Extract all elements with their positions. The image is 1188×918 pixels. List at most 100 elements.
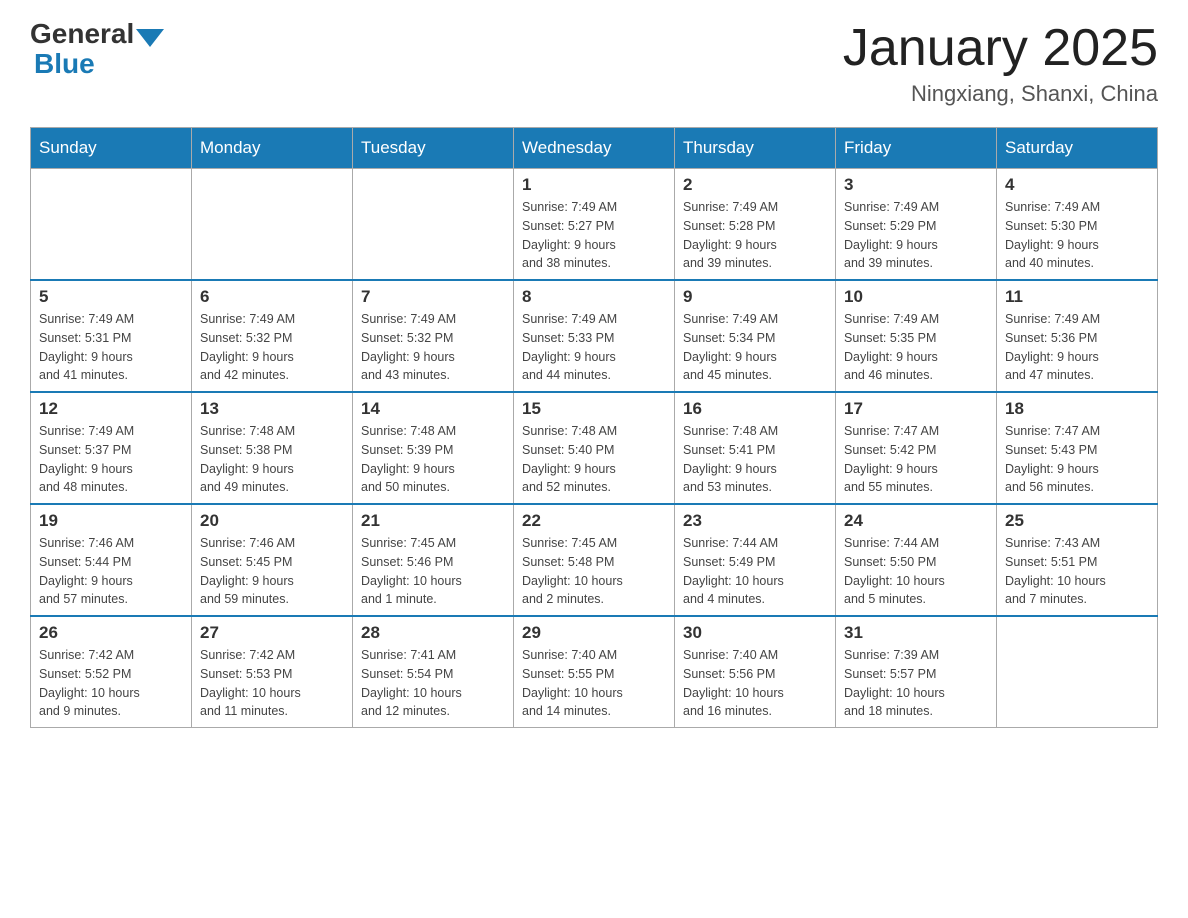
calendar-cell: 6 Sunrise: 7:49 AM Sunset: 5:32 PM Daylig… bbox=[192, 280, 353, 392]
day-number: 14 bbox=[361, 399, 505, 419]
day-info: Sunrise: 7:48 AM Sunset: 5:39 PM Dayligh… bbox=[361, 422, 505, 497]
day-info: Sunrise: 7:44 AM Sunset: 5:50 PM Dayligh… bbox=[844, 534, 988, 609]
day-info: Sunrise: 7:48 AM Sunset: 5:41 PM Dayligh… bbox=[683, 422, 827, 497]
calendar-week-row: 26 Sunrise: 7:42 AM Sunset: 5:52 PM Dayli… bbox=[31, 616, 1158, 728]
day-info: Sunrise: 7:39 AM Sunset: 5:57 PM Dayligh… bbox=[844, 646, 988, 721]
day-info: Sunrise: 7:44 AM Sunset: 5:49 PM Dayligh… bbox=[683, 534, 827, 609]
calendar-cell: 25 Sunrise: 7:43 AM Sunset: 5:51 PM Dayli… bbox=[997, 504, 1158, 616]
calendar-cell: 1Sunrise: 7:49 AM Sunset: 5:27 PM Daylig… bbox=[514, 169, 675, 281]
calendar-cell: 31 Sunrise: 7:39 AM Sunset: 5:57 PM Dayli… bbox=[836, 616, 997, 728]
calendar-header-friday: Friday bbox=[836, 128, 997, 169]
day-info: Sunrise: 7:49 AM Sunset: 5:37 PM Dayligh… bbox=[39, 422, 183, 497]
day-info: Sunrise: 7:45 AM Sunset: 5:46 PM Dayligh… bbox=[361, 534, 505, 609]
calendar-cell: 10 Sunrise: 7:49 AM Sunset: 5:35 PM Dayli… bbox=[836, 280, 997, 392]
calendar-header-thursday: Thursday bbox=[675, 128, 836, 169]
calendar-cell: 12 Sunrise: 7:49 AM Sunset: 5:37 PM Dayli… bbox=[31, 392, 192, 504]
day-info: Sunrise: 7:49 AM Sunset: 5:33 PM Dayligh… bbox=[522, 310, 666, 385]
day-number: 31 bbox=[844, 623, 988, 643]
day-info: Sunrise: 7:49 AM Sunset: 5:31 PM Dayligh… bbox=[39, 310, 183, 385]
day-number: 5 bbox=[39, 287, 183, 307]
day-info: Sunrise: 7:42 AM Sunset: 5:52 PM Dayligh… bbox=[39, 646, 183, 721]
day-number: 23 bbox=[683, 511, 827, 531]
calendar-cell: 2 Sunrise: 7:49 AM Sunset: 5:28 PM Daylig… bbox=[675, 169, 836, 281]
calendar-cell: 7Sunrise: 7:49 AM Sunset: 5:32 PM Daylig… bbox=[353, 280, 514, 392]
calendar-cell: 14 Sunrise: 7:48 AM Sunset: 5:39 PM Dayli… bbox=[353, 392, 514, 504]
day-info: Sunrise: 7:43 AM Sunset: 5:51 PM Dayligh… bbox=[1005, 534, 1149, 609]
day-number: 4 bbox=[1005, 175, 1149, 195]
day-info: Sunrise: 7:49 AM Sunset: 5:28 PM Dayligh… bbox=[683, 198, 827, 273]
day-info: Sunrise: 7:41 AM Sunset: 5:54 PM Dayligh… bbox=[361, 646, 505, 721]
calendar-table: SundayMondayTuesdayWednesdayThursdayFrid… bbox=[30, 127, 1158, 728]
day-info: Sunrise: 7:49 AM Sunset: 5:35 PM Dayligh… bbox=[844, 310, 988, 385]
day-info: Sunrise: 7:46 AM Sunset: 5:45 PM Dayligh… bbox=[200, 534, 344, 609]
day-number: 10 bbox=[844, 287, 988, 307]
day-number: 7 bbox=[361, 287, 505, 307]
calendar-cell: 3Sunrise: 7:49 AM Sunset: 5:29 PM Daylig… bbox=[836, 169, 997, 281]
calendar-cell: 20 Sunrise: 7:46 AM Sunset: 5:45 PM Dayli… bbox=[192, 504, 353, 616]
day-number: 26 bbox=[39, 623, 183, 643]
day-info: Sunrise: 7:49 AM Sunset: 5:32 PM Dayligh… bbox=[200, 310, 344, 385]
day-number: 15 bbox=[522, 399, 666, 419]
calendar-header-monday: Monday bbox=[192, 128, 353, 169]
day-number: 6 bbox=[200, 287, 344, 307]
title-section: January 2025 Ningxiang, Shanxi, China bbox=[843, 20, 1158, 107]
calendar-week-row: 1Sunrise: 7:49 AM Sunset: 5:27 PM Daylig… bbox=[31, 169, 1158, 281]
day-info: Sunrise: 7:48 AM Sunset: 5:40 PM Dayligh… bbox=[522, 422, 666, 497]
day-info: Sunrise: 7:42 AM Sunset: 5:53 PM Dayligh… bbox=[200, 646, 344, 721]
day-info: Sunrise: 7:40 AM Sunset: 5:56 PM Dayligh… bbox=[683, 646, 827, 721]
calendar-cell: 30 Sunrise: 7:40 AM Sunset: 5:56 PM Dayli… bbox=[675, 616, 836, 728]
calendar-cell: 5 Sunrise: 7:49 AM Sunset: 5:31 PM Daylig… bbox=[31, 280, 192, 392]
day-number: 29 bbox=[522, 623, 666, 643]
calendar-cell bbox=[192, 169, 353, 281]
logo-triangle-icon bbox=[136, 29, 164, 47]
day-number: 9 bbox=[683, 287, 827, 307]
page-header: General Blue January 2025 Ningxiang, Sha… bbox=[30, 20, 1158, 107]
day-number: 16 bbox=[683, 399, 827, 419]
day-info: Sunrise: 7:47 AM Sunset: 5:43 PM Dayligh… bbox=[1005, 422, 1149, 497]
logo-blue-text: Blue bbox=[34, 48, 95, 79]
calendar-cell: 23 Sunrise: 7:44 AM Sunset: 5:49 PM Dayli… bbox=[675, 504, 836, 616]
day-number: 21 bbox=[361, 511, 505, 531]
calendar-cell: 4Sunrise: 7:49 AM Sunset: 5:30 PM Daylig… bbox=[997, 169, 1158, 281]
day-number: 1 bbox=[522, 175, 666, 195]
calendar-cell: 8 Sunrise: 7:49 AM Sunset: 5:33 PM Daylig… bbox=[514, 280, 675, 392]
day-number: 20 bbox=[200, 511, 344, 531]
calendar-cell: 18Sunrise: 7:47 AM Sunset: 5:43 PM Dayli… bbox=[997, 392, 1158, 504]
calendar-week-row: 19Sunrise: 7:46 AM Sunset: 5:44 PM Dayli… bbox=[31, 504, 1158, 616]
calendar-cell: 21 Sunrise: 7:45 AM Sunset: 5:46 PM Dayli… bbox=[353, 504, 514, 616]
logo: General Blue bbox=[30, 20, 166, 80]
calendar-cell: 13 Sunrise: 7:48 AM Sunset: 5:38 PM Dayli… bbox=[192, 392, 353, 504]
day-number: 12 bbox=[39, 399, 183, 419]
day-number: 30 bbox=[683, 623, 827, 643]
calendar-cell bbox=[353, 169, 514, 281]
day-info: Sunrise: 7:49 AM Sunset: 5:34 PM Dayligh… bbox=[683, 310, 827, 385]
day-info: Sunrise: 7:47 AM Sunset: 5:42 PM Dayligh… bbox=[844, 422, 988, 497]
day-number: 2 bbox=[683, 175, 827, 195]
day-info: Sunrise: 7:49 AM Sunset: 5:36 PM Dayligh… bbox=[1005, 310, 1149, 385]
day-info: Sunrise: 7:40 AM Sunset: 5:55 PM Dayligh… bbox=[522, 646, 666, 721]
calendar-header-saturday: Saturday bbox=[997, 128, 1158, 169]
day-number: 17 bbox=[844, 399, 988, 419]
location-title: Ningxiang, Shanxi, China bbox=[843, 81, 1158, 107]
calendar-cell: 27 Sunrise: 7:42 AM Sunset: 5:53 PM Dayli… bbox=[192, 616, 353, 728]
day-number: 27 bbox=[200, 623, 344, 643]
calendar-cell: 29 Sunrise: 7:40 AM Sunset: 5:55 PM Dayli… bbox=[514, 616, 675, 728]
calendar-cell: 28 Sunrise: 7:41 AM Sunset: 5:54 PM Dayli… bbox=[353, 616, 514, 728]
day-info: Sunrise: 7:45 AM Sunset: 5:48 PM Dayligh… bbox=[522, 534, 666, 609]
day-number: 28 bbox=[361, 623, 505, 643]
day-info: Sunrise: 7:46 AM Sunset: 5:44 PM Dayligh… bbox=[39, 534, 183, 609]
calendar-week-row: 5 Sunrise: 7:49 AM Sunset: 5:31 PM Daylig… bbox=[31, 280, 1158, 392]
day-number: 13 bbox=[200, 399, 344, 419]
calendar-cell: 11Sunrise: 7:49 AM Sunset: 5:36 PM Dayli… bbox=[997, 280, 1158, 392]
calendar-header-tuesday: Tuesday bbox=[353, 128, 514, 169]
calendar-cell: 22 Sunrise: 7:45 AM Sunset: 5:48 PM Dayli… bbox=[514, 504, 675, 616]
day-number: 24 bbox=[844, 511, 988, 531]
calendar-cell: 17 Sunrise: 7:47 AM Sunset: 5:42 PM Dayli… bbox=[836, 392, 997, 504]
calendar-cell: 16 Sunrise: 7:48 AM Sunset: 5:41 PM Dayli… bbox=[675, 392, 836, 504]
day-number: 22 bbox=[522, 511, 666, 531]
day-number: 25 bbox=[1005, 511, 1149, 531]
day-number: 8 bbox=[522, 287, 666, 307]
day-info: Sunrise: 7:48 AM Sunset: 5:38 PM Dayligh… bbox=[200, 422, 344, 497]
logo-general-text: General bbox=[30, 20, 134, 48]
calendar-cell: 9 Sunrise: 7:49 AM Sunset: 5:34 PM Daylig… bbox=[675, 280, 836, 392]
